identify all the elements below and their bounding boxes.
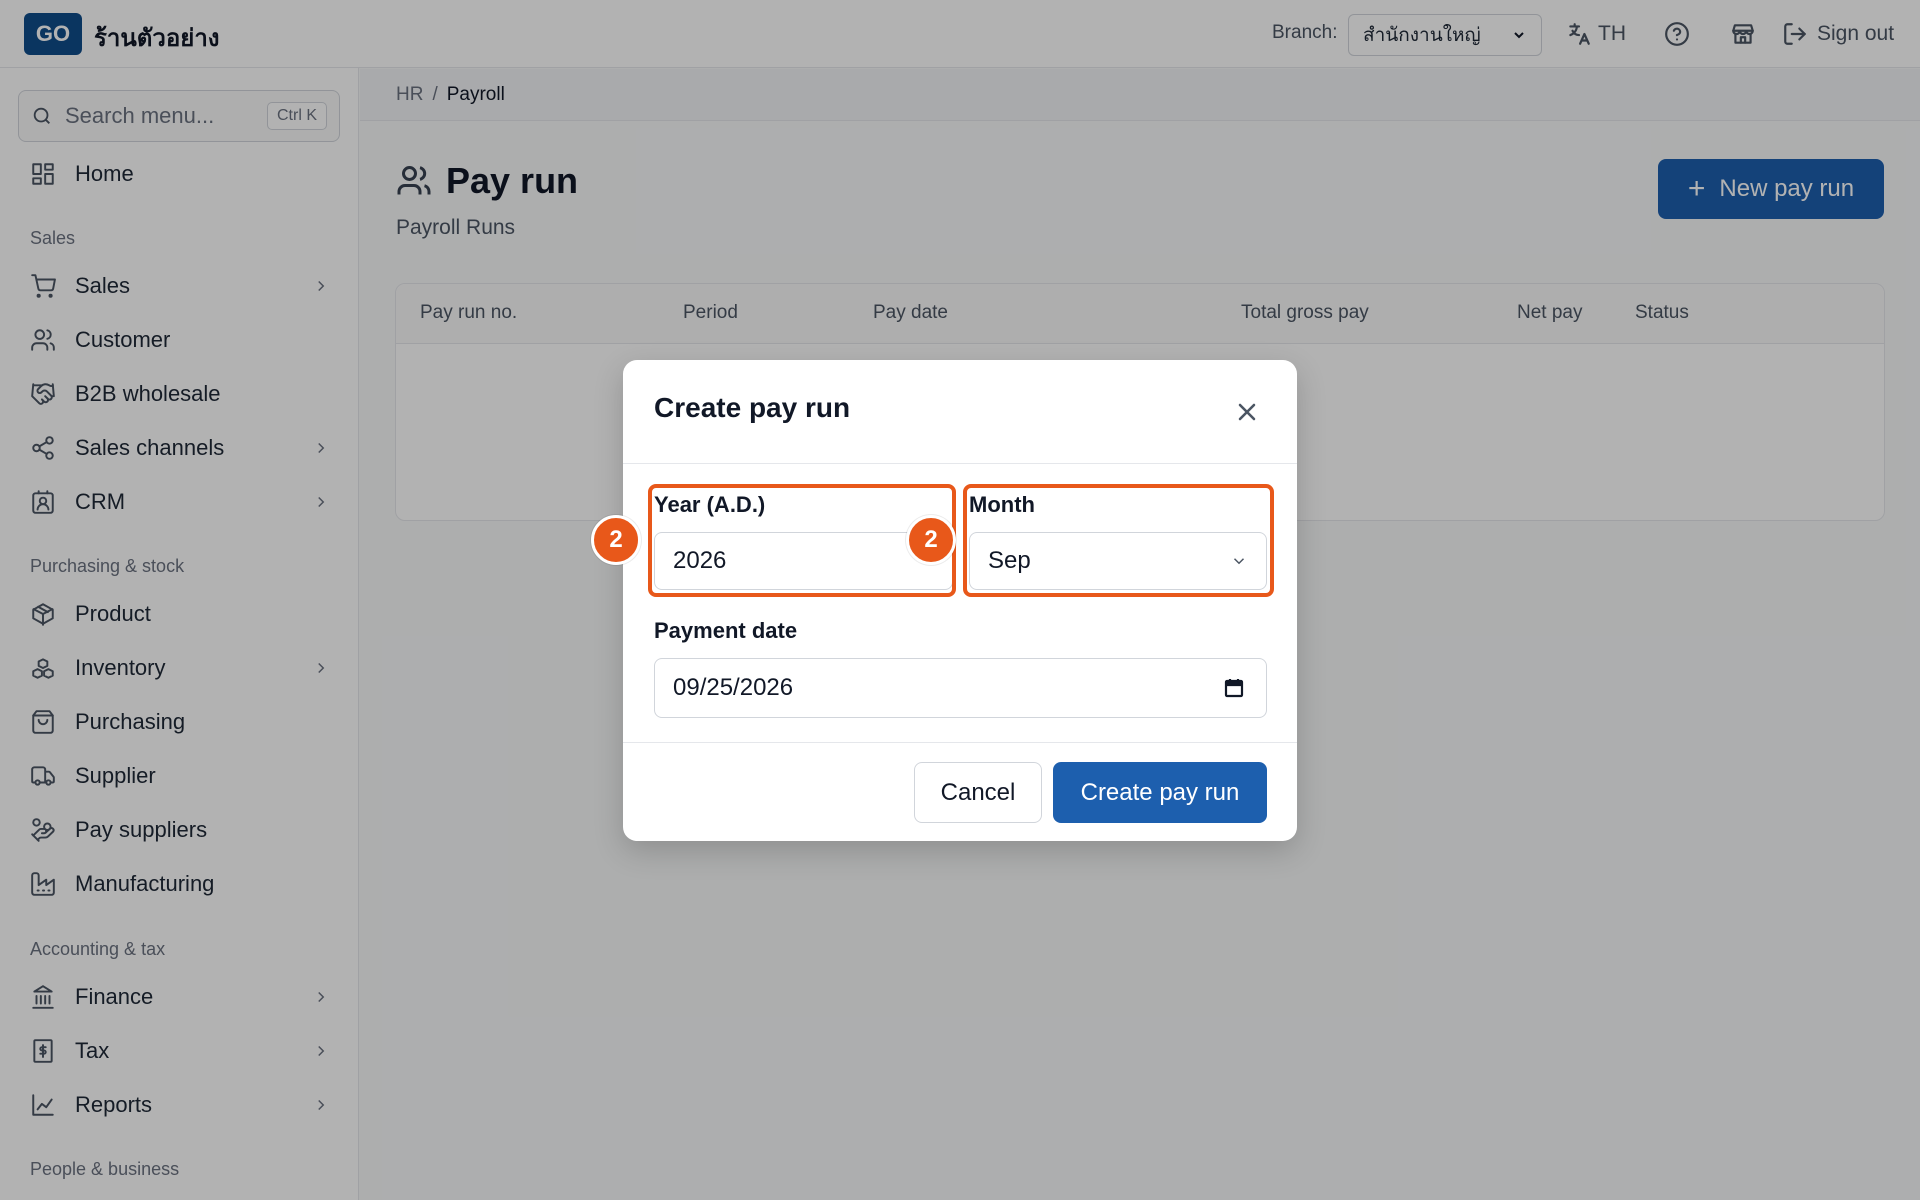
payment-date-label: Payment date [654, 618, 798, 643]
dialog-footer-divider [623, 742, 1297, 743]
close-button[interactable] [1233, 398, 1261, 426]
dialog-header: Create pay run [623, 360, 1297, 464]
month-highlight [963, 484, 1274, 597]
create-pay-run-button[interactable]: Create pay run [1053, 762, 1267, 823]
cancel-button[interactable]: Cancel [914, 762, 1042, 823]
payment-date-value: 09/25/2026 [673, 674, 794, 701]
close-icon [1238, 403, 1256, 421]
dialog-title: Create pay run [654, 392, 851, 423]
calendar-icon[interactable] [1222, 676, 1246, 700]
create-pay-run-dialog: Create pay run Year (A.D.) 2026 Month Se… [591, 360, 1297, 841]
step-badge-month: 2 [906, 515, 956, 565]
payment-date-input[interactable]: 09/25/2026 [654, 658, 1267, 718]
step-badge-year: 2 [591, 515, 641, 565]
